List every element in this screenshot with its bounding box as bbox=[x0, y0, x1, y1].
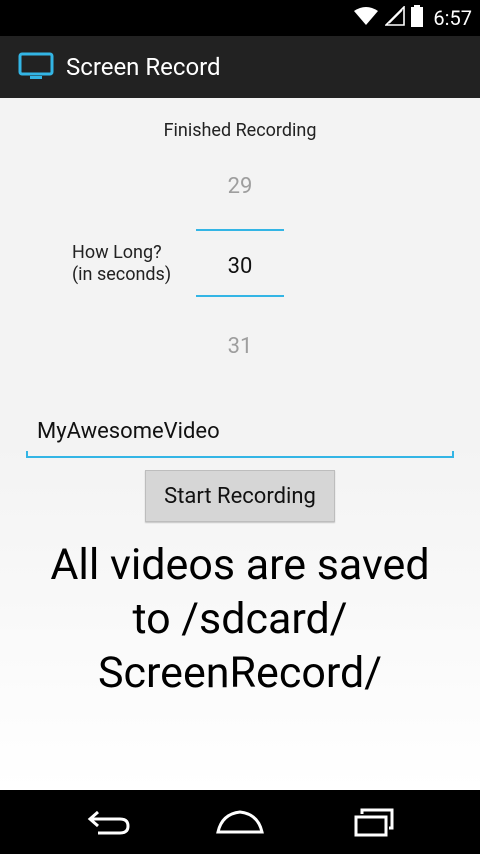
picker-next-value[interactable]: 31 bbox=[196, 334, 284, 359]
signal-icon bbox=[384, 5, 406, 30]
start-recording-button[interactable]: Start Recording bbox=[145, 470, 335, 522]
status-time: 6:57 bbox=[433, 6, 472, 30]
input-underline-tick-left bbox=[26, 451, 28, 457]
status-bar: 6:57 bbox=[0, 0, 480, 36]
save-location-line1: All videos are saved bbox=[50, 540, 430, 590]
recents-icon[interactable] bbox=[344, 806, 404, 838]
monitor-icon[interactable] bbox=[18, 49, 54, 85]
filename-input[interactable] bbox=[26, 404, 454, 458]
navigation-bar bbox=[0, 790, 480, 854]
action-bar: Screen Record bbox=[0, 36, 480, 98]
duration-label-line1: How Long? bbox=[72, 242, 162, 263]
save-location-line3: ScreenRecord/ bbox=[97, 648, 383, 698]
duration-label: How Long? (in seconds) bbox=[72, 242, 171, 286]
picker-divider-top bbox=[196, 229, 284, 231]
battery-icon bbox=[411, 5, 424, 31]
app-title: Screen Record bbox=[66, 53, 221, 81]
save-location-line2: to /sdcard/ bbox=[132, 594, 348, 644]
home-icon[interactable] bbox=[210, 806, 270, 838]
picker-current-value[interactable]: 30 bbox=[196, 254, 284, 279]
main-content: Finished Recording How Long? (in seconds… bbox=[0, 98, 480, 790]
back-icon[interactable] bbox=[78, 806, 138, 838]
save-location-note: All videos are saved to /sdcard/ ScreenR… bbox=[0, 538, 480, 700]
status-icons: 6:57 bbox=[353, 0, 472, 36]
input-underline-tick-right bbox=[452, 451, 454, 457]
recording-status: Finished Recording bbox=[163, 120, 317, 141]
picker-divider-bottom bbox=[196, 295, 284, 297]
duration-label-line2: (in seconds) bbox=[72, 264, 172, 285]
input-underline bbox=[26, 456, 454, 458]
wifi-icon bbox=[353, 6, 379, 30]
picker-prev-value[interactable]: 29 bbox=[196, 174, 284, 199]
